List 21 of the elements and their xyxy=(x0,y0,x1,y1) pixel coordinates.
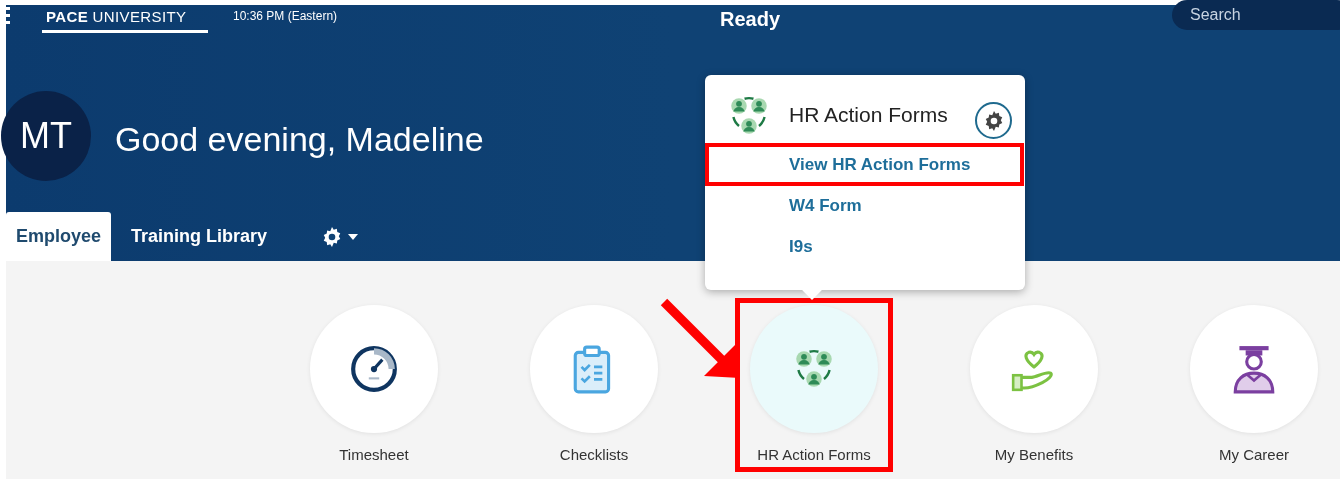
logo[interactable]: PACE UNIVERSITY xyxy=(46,6,187,29)
people-icon xyxy=(794,349,834,389)
tile-label[interactable]: HR Action Forms xyxy=(757,444,871,467)
page-title: Ready xyxy=(719,7,781,32)
settings-button[interactable] xyxy=(975,102,1012,139)
search-field[interactable]: Search xyxy=(1172,0,1340,30)
menu-link[interactable]: View HR Action Forms xyxy=(789,151,971,178)
tile-label[interactable]: Checklists xyxy=(559,444,629,467)
tab[interactable]: Employee xyxy=(6,212,112,261)
greeting: Good evening, Madeline xyxy=(115,119,484,160)
menu-link[interactable]: I9s xyxy=(789,233,813,260)
tile-label[interactable]: My Career xyxy=(1219,444,1289,467)
tile-label[interactable]: Timesheet xyxy=(339,444,409,467)
caret-icon xyxy=(348,233,359,240)
people-icon xyxy=(729,96,769,136)
tab[interactable]: Training Library xyxy=(121,212,278,261)
menu-link[interactable]: W4 Form xyxy=(789,192,862,219)
speedometer-icon xyxy=(349,344,399,394)
clock-time: 10:36 PM (Eastern) xyxy=(233,8,338,25)
popover-title: HR Action Forms xyxy=(789,102,948,128)
tile-label[interactable]: My Benefits xyxy=(994,444,1074,467)
